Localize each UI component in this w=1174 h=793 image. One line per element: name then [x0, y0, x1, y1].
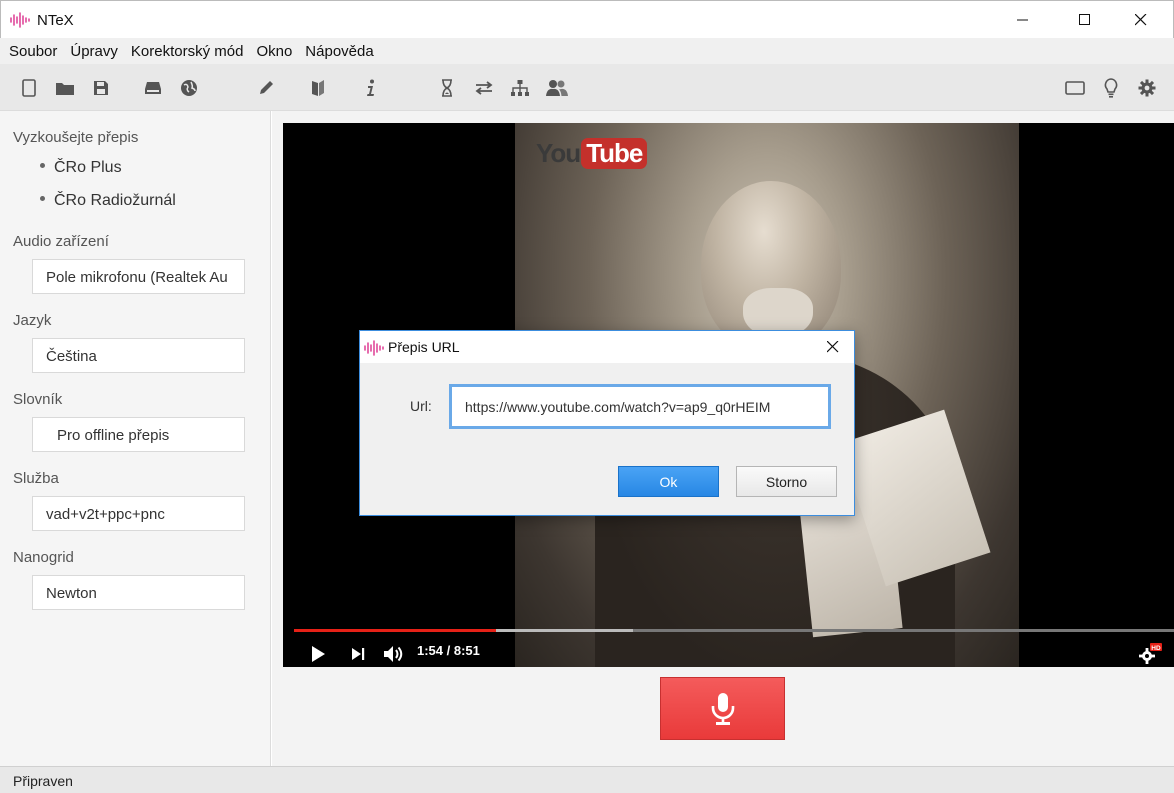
book-icon — [312, 80, 324, 96]
toolbar — [0, 64, 1174, 111]
try-transcription-title: Vyzkoušejte přepis — [13, 129, 139, 146]
app-logo-icon — [364, 340, 384, 356]
open-folder-icon — [56, 83, 74, 95]
save-button[interactable] — [89, 76, 113, 100]
maximize-button[interactable] — [1059, 1, 1111, 39]
try-item-label: ČRo Radiožurnál — [54, 192, 176, 209]
globe-icon — [181, 80, 197, 96]
new-document-button[interactable] — [17, 76, 41, 100]
save-icon — [94, 81, 108, 95]
bullet-icon — [40, 163, 45, 169]
status-bar: Připraven — [0, 766, 1174, 793]
dictionary-select[interactable]: Pro offline přepis — [32, 417, 245, 452]
language-title: Jazyk — [13, 312, 52, 329]
record-button[interactable] — [660, 677, 785, 740]
hierarchy-button[interactable] — [508, 76, 532, 100]
tips-button[interactable] — [1099, 76, 1123, 100]
globe-button[interactable] — [177, 76, 201, 100]
video-progress-fill — [294, 629, 497, 632]
info-button[interactable] — [358, 76, 382, 100]
menu-edit[interactable]: Úpravy — [65, 43, 126, 60]
maximize-icon — [1079, 14, 1090, 25]
dialog-title: Přepis URL — [388, 339, 460, 355]
url-transcription-dialog: Přepis URL Url: Ok Storno — [359, 330, 855, 516]
next-button[interactable] — [348, 641, 368, 667]
video-time: 1:54 / 8:51 — [417, 643, 480, 658]
service-select[interactable]: vad+v2t+ppc+pnc — [32, 496, 245, 531]
nanogrid-select[interactable]: Newton — [32, 575, 245, 610]
swap-button[interactable] — [472, 76, 496, 100]
try-item-cro-radiozurnal[interactable]: ČRo Radiožurnál — [40, 192, 176, 210]
play-button[interactable] — [308, 641, 328, 667]
drive-icon — [145, 82, 161, 94]
edit-button[interactable] — [254, 76, 278, 100]
service-title: Služba — [13, 470, 59, 487]
timer-button[interactable] — [435, 76, 459, 100]
nanogrid-title: Nanogrid — [13, 549, 74, 566]
youtube-logo-you: You — [536, 138, 581, 168]
app-logo-icon — [10, 12, 30, 28]
users-icon — [546, 80, 568, 96]
youtube-logo: You Tube — [536, 138, 648, 169]
menu-file[interactable]: Soubor — [4, 43, 65, 60]
volume-icon — [384, 646, 403, 662]
open-folder-button[interactable] — [53, 76, 77, 100]
close-button[interactable] — [1115, 1, 1167, 39]
try-item-label: ČRo Plus — [54, 159, 122, 176]
window-button[interactable] — [1063, 76, 1087, 100]
menu-bar: Soubor Úpravy Korektorský mód Okno Nápov… — [0, 38, 1174, 64]
url-label: Url: — [410, 398, 432, 414]
swap-arrows-icon — [475, 81, 493, 95]
bullet-icon — [40, 196, 45, 202]
status-text: Připraven — [13, 773, 73, 789]
sidebar: Vyzkoušejte přepis ČRo Plus ČRo Radiožur… — [0, 111, 271, 766]
cancel-button[interactable]: Storno — [736, 466, 837, 497]
language-select[interactable]: Čeština — [32, 338, 245, 373]
users-button[interactable] — [545, 76, 569, 100]
svg-text:HD: HD — [1151, 645, 1161, 652]
volume-button[interactable] — [382, 641, 406, 667]
hourglass-icon — [442, 79, 452, 97]
ok-button[interactable]: Ok — [618, 466, 719, 497]
settings-button[interactable] — [1135, 76, 1159, 100]
next-icon — [352, 648, 365, 660]
microphone-icon — [711, 692, 734, 725]
dialog-close-button[interactable] — [818, 334, 848, 360]
minimize-button[interactable] — [997, 1, 1049, 39]
youtube-logo-tube: Tube — [581, 138, 648, 169]
audio-device-select[interactable]: Pole mikrofonu (Realtek Au — [32, 259, 245, 294]
close-icon — [1135, 14, 1147, 26]
dialog-title-bar: Přepis URL — [360, 331, 854, 363]
new-document-icon — [22, 79, 36, 97]
minimize-icon — [1017, 19, 1028, 21]
url-input[interactable] — [449, 384, 831, 429]
play-icon — [312, 646, 325, 662]
try-item-cro-plus[interactable]: ČRo Plus — [40, 159, 122, 177]
lightbulb-icon — [1104, 78, 1118, 98]
video-settings-button[interactable]: HD — [1137, 641, 1163, 667]
dictionary-title: Slovník — [13, 391, 63, 408]
hd-settings-icon: HD — [1139, 643, 1162, 664]
window-title: NTeX — [37, 12, 74, 29]
menu-window[interactable]: Okno — [251, 43, 300, 60]
drive-button[interactable] — [141, 76, 165, 100]
menu-help[interactable]: Nápověda — [300, 43, 381, 60]
menu-proofreading-mode[interactable]: Korektorský mód — [126, 43, 252, 60]
info-icon — [367, 79, 374, 96]
video-progress-bar[interactable] — [294, 629, 1174, 632]
window-icon — [1065, 81, 1085, 95]
pencil-icon — [260, 81, 273, 94]
title-bar: NTeX — [0, 0, 1174, 38]
audio-device-title: Audio zařízení — [13, 233, 109, 250]
close-icon — [827, 341, 839, 353]
gear-icon — [1138, 79, 1156, 97]
hierarchy-icon — [511, 80, 529, 96]
book-button[interactable] — [306, 76, 330, 100]
